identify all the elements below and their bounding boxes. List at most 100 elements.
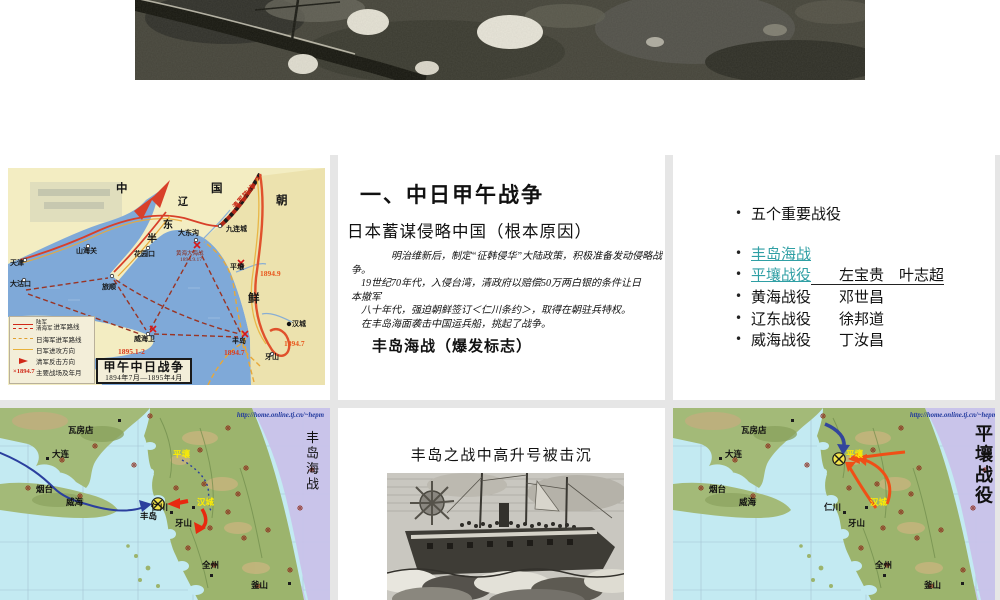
bullet-icon: •	[735, 332, 743, 346]
paragraph-line: 八十年代，强迫朝鲜签订＜仁川条约＞，取得在朝驻兵特权。	[351, 305, 631, 316]
map-title-vertical: 海	[306, 461, 319, 476]
map-label: 威海	[738, 497, 757, 507]
battle-commanders: 丁汝昌	[839, 333, 885, 349]
legend-symbol-qing-counter	[13, 357, 34, 364]
map-title: 甲午中日战争	[103, 360, 185, 374]
map-title-vertical: 岛	[306, 446, 319, 461]
slide-gutter-horizontal	[0, 400, 1000, 408]
battle-commanders: 左宝贵 叶志超	[811, 268, 945, 285]
map-label: 瓦房店	[741, 425, 767, 435]
slide-title: 一、中日甲午战争	[360, 183, 544, 207]
battle-name: 五个重要战役	[751, 207, 842, 223]
map-label: 瓦房店	[68, 425, 94, 435]
legend-symbol-jp-navy-route	[13, 338, 34, 339]
paragraph-line: 19世纪70年代，入侵台湾，清政府以赔偿50万两白银的条件让日	[351, 278, 641, 289]
battle-link[interactable]: 丰岛海战	[751, 247, 811, 263]
slide-pyongyang-map: 瓦房店 大连 烟台 威海 平壤 仁川 汉城 牙山 全州 釜山 平壤战役 http://home.onl…	[673, 408, 995, 600]
legend-item: ×1894.7 主要战场及年月	[13, 366, 92, 377]
battle-name: 黄海战役	[751, 290, 812, 306]
legend-item: 日海军进军路线	[13, 333, 92, 344]
map-legend: 陆军 清海军 进军路线 日海军进军路线 日军进攻方向 清军反击方向 ×1894.7…	[9, 316, 95, 384]
slide-gaosheng-sinking: 丰岛之战中高升号被击沉	[338, 408, 665, 600]
map-title-vertical: 平	[975, 424, 993, 444]
map-date-range: 1894年7月—1895年4月	[105, 374, 183, 382]
slide-body-text: 明治维新后，制定“征韩侵华”大陆政策，积极准备发动侵略战 争。 19世纪70年代，…	[351, 250, 663, 331]
historic-photo	[135, 0, 865, 80]
slide-battle-list: • 五个重要战役 • 丰岛海战 • 平壤战役 左宝贵 叶志超 • 黄海战役 邓世昌 • 辽东战役 徐邦道…	[673, 155, 995, 400]
legend-item: 清军反击方向	[13, 355, 92, 366]
battle-list-heading: • 五个重要战役	[735, 203, 841, 225]
paragraph-line: 本撤军	[351, 291, 381, 303]
map-label: 釜山	[923, 580, 941, 590]
legend-item: 日军进攻方向	[13, 344, 92, 355]
slide-gutter-vertical-2	[665, 155, 673, 600]
presentation-page: 中国朝鲜辽东半山海关 天津 大沽口 花园口 大东沟 九连城 旅顺 威海卫 平壤 汉城 丰岛 牙山 189…	[0, 0, 1000, 600]
map-label: 平壤	[173, 449, 191, 459]
battle-link[interactable]: 平壤战役	[751, 268, 811, 284]
battle-list-item: • 平壤战役 左宝贵 叶志超	[735, 264, 945, 286]
battle-list-item: • 黄海战役 邓世昌	[735, 286, 884, 308]
map-url: http://home.online.tj.cn/~hepm	[910, 412, 995, 419]
map-label: 汉城	[870, 497, 888, 507]
gaosheng-engraving	[387, 473, 624, 600]
slide-subtitle: 日本蓄谋侵略中国（根本原因）	[347, 222, 592, 241]
pyongyang-map-image: 瓦房店大连烟台威海 平壤仁川 汉城牙山全州釜山 平壤战役 http://home.onl…	[673, 408, 995, 600]
legend-label: 清军反击方向	[36, 358, 75, 366]
slide-gutter-vertical-1	[330, 155, 338, 600]
slide-gutter-right-edge	[995, 155, 1000, 600]
slide-jiawu-war-map: 中国朝鲜辽东半山海关 天津 大沽口 花园口 大东沟 九连城 旅顺 威海卫 平壤 汉城 丰岛 牙山 189…	[0, 155, 330, 400]
legend-symbol-qing-routes	[13, 323, 34, 329]
battle-commanders: 邓世昌	[839, 290, 885, 306]
map-url: http://home.online.tj.cn/~hepm	[237, 412, 324, 419]
gaosheng-engraving-image	[387, 473, 624, 600]
fengdao-map-image: 瓦房店大连烟台威海平壤仁川 汉城牙山全州釜山丰岛丰岛海战http://home.o…	[0, 408, 330, 600]
map-title-vertical: 战	[975, 465, 993, 485]
paragraph-line: 明治维新后，制定“征韩侵华”大陆政策，积极准备发动侵略战	[351, 251, 663, 262]
bullet-icon: •	[735, 289, 743, 303]
bullet-icon: •	[735, 311, 743, 325]
map-title-vertical: 丰	[306, 430, 319, 445]
slide-war-overview: 一、中日甲午战争 日本蓄谋侵略中国（根本原因） 明治维新后，制定“征韩侵华”大陆…	[338, 155, 665, 400]
map-label: 烟台	[709, 484, 727, 494]
legend-label: 日海军进军路线	[36, 336, 82, 344]
historic-photo-image	[135, 0, 865, 80]
map-title-box: 甲午中日战争 1894年7月—1895年4月	[96, 358, 192, 384]
battle-commanders: 徐邦道	[839, 312, 885, 328]
legend-label: 主要战场及年月	[36, 369, 82, 377]
legend-symbol-battle-year: ×1894.7	[13, 368, 35, 375]
legend-label: 进军路线	[53, 324, 80, 331]
battle-name: 威海战役	[751, 333, 812, 349]
paragraph-line: 在丰岛海面袭击中国运兵船，挑起了战争。	[351, 318, 551, 330]
map-label: 汉城	[197, 497, 215, 507]
map-label: 大连	[52, 449, 70, 459]
slide-title: 丰岛之战中高升号被击沉	[410, 448, 593, 464]
map-title-vertical: 战	[306, 477, 319, 492]
map-title-vertical: 壤	[975, 444, 994, 465]
map-label: 平壤	[846, 449, 864, 459]
battle-list-item: • 辽东战役 徐邦道	[735, 308, 884, 330]
battle-list-item: • 威海战役 丁汝昌	[735, 329, 884, 351]
fengdao-battle-map: 瓦房店 大连 烟台 威海 平壤 仁川 汉城 牙山 全州 釜山 丰岛丰岛海战 http://home.o…	[0, 408, 330, 600]
paragraph-line: 争。	[351, 264, 371, 276]
battle-name: 辽东战役	[751, 312, 812, 328]
battle-site-marker	[832, 452, 846, 466]
map-label: 牙山	[175, 518, 192, 528]
slide-highlight-text: 丰岛海战（爆发标志）	[372, 339, 533, 355]
legend-item: 陆军 清海军 进军路线	[13, 319, 92, 333]
map-label: 烟台	[36, 484, 54, 494]
bullet-icon: •	[735, 206, 743, 220]
map-label: 威海	[65, 497, 84, 507]
map-label: 牙山	[848, 518, 865, 528]
slide-fengdao-map: 瓦房店 大连 烟台 威海 平壤 仁川 汉城 牙山 全州 釜山 丰岛丰岛海战 http://home.o…	[0, 408, 330, 600]
map-label: 丰岛	[140, 511, 157, 521]
legend-label: 日军进攻方向	[36, 347, 75, 355]
map-title-vertical: 役	[975, 485, 993, 506]
map-label: 全州	[874, 560, 892, 570]
legend-label: 清海军	[36, 326, 53, 332]
map-label: 大连	[725, 449, 743, 459]
map-label: 釜山	[250, 580, 268, 590]
pyongyang-battle-map: 瓦房店 大连 烟台 威海 平壤 仁川 汉城 牙山 全州 釜山 平壤战役 http://home.onl…	[673, 408, 995, 600]
map-label: 仁川	[824, 502, 841, 512]
legend-symbol-jp-attack	[13, 349, 34, 350]
map-label: 全州	[201, 560, 219, 570]
